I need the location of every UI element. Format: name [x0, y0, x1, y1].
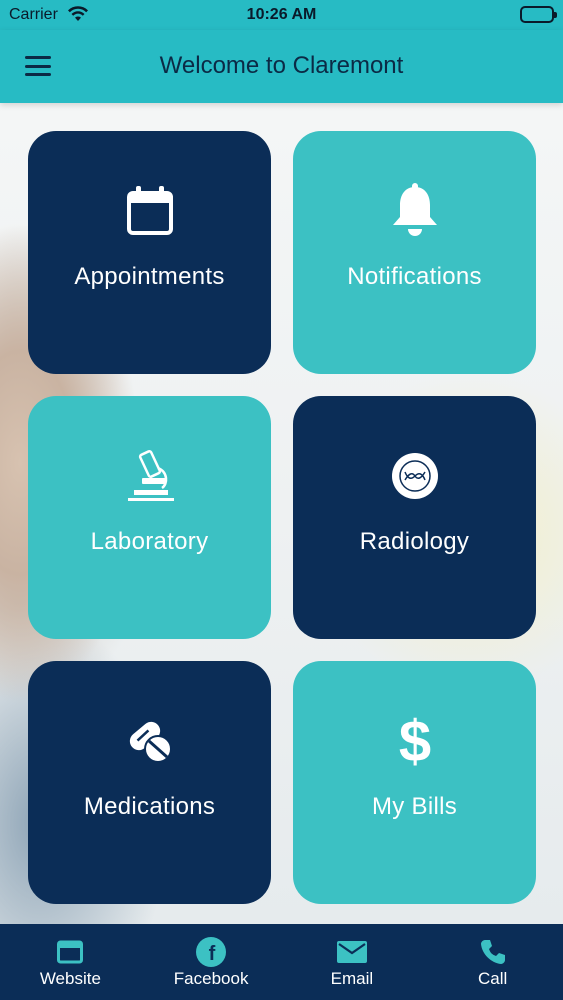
- pills-icon: [120, 711, 180, 771]
- tab-call-label: Call: [477, 969, 508, 988]
- tab-email[interactable]: Email: [282, 924, 423, 1000]
- calendar-icon: [120, 181, 180, 241]
- svg-text:f: f: [209, 943, 216, 965]
- bell-icon: [385, 181, 445, 241]
- my-bills-label: My Bills: [371, 793, 458, 820]
- medications-label: Medications: [83, 793, 216, 820]
- my-bills-tile[interactable]: $ My Bills: [293, 661, 536, 904]
- radiology-label: Radiology: [359, 528, 470, 555]
- envelope-icon: [336, 936, 368, 968]
- page-title: Welcome to Claremont: [159, 52, 404, 79]
- browser-window-icon: [54, 936, 86, 968]
- radiology-icon: [385, 446, 445, 506]
- clock: 10:26 AM: [246, 6, 317, 23]
- radiology-tile[interactable]: Radiology: [293, 396, 536, 639]
- svg-text:$: $: [398, 711, 430, 771]
- phone-icon: [477, 936, 509, 968]
- tab-facebook-label: Facebook: [173, 969, 249, 988]
- laboratory-tile[interactable]: Laboratory: [28, 396, 271, 639]
- facebook-icon: f: [195, 936, 227, 968]
- laboratory-label: Laboratory: [90, 528, 209, 555]
- microscope-icon: [120, 446, 180, 506]
- tab-call[interactable]: Call: [422, 924, 563, 1000]
- notifications-label: Notifications: [347, 263, 482, 290]
- battery-icon: [520, 6, 557, 23]
- header-bar: Welcome to Claremont: [0, 30, 563, 103]
- appointments-label: Appointments: [74, 263, 225, 290]
- tab-facebook[interactable]: f Facebook: [141, 924, 282, 1000]
- tab-website-label: Website: [39, 969, 101, 988]
- notifications-tile[interactable]: Notifications: [293, 131, 536, 374]
- medications-tile[interactable]: Medications: [28, 661, 271, 904]
- dollar-icon: $: [385, 711, 445, 771]
- tab-website[interactable]: Website: [0, 924, 141, 1000]
- bottom-tab-bar: Website f Facebook Email Call: [0, 924, 563, 1000]
- appointments-tile[interactable]: Appointments: [28, 131, 271, 374]
- status-bar: Carrier 10:26 AM: [0, 0, 563, 30]
- tab-email-label: Email: [330, 969, 374, 988]
